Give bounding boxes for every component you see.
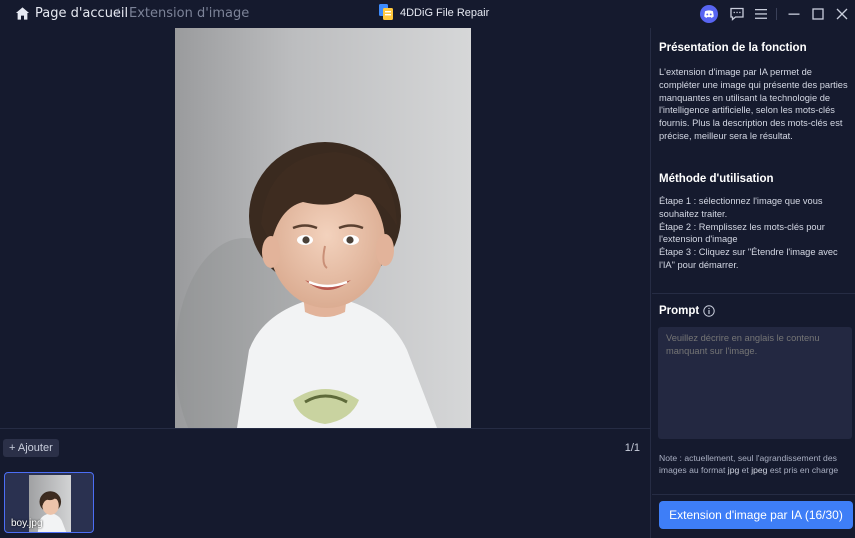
breadcrumb-separator: /: [116, 6, 120, 20]
note-mid: et: [739, 465, 752, 475]
feedback-icon[interactable]: [729, 6, 745, 22]
add-image-button[interactable]: + Ajouter: [3, 439, 59, 457]
menu-icon[interactable]: [754, 7, 768, 21]
app-title: 4DDiG File Repair: [400, 7, 490, 19]
app-logo-icon: [379, 4, 393, 20]
method-title: Méthode d'utilisation: [659, 173, 774, 185]
titlebar-divider: [776, 8, 777, 20]
note-suffix: est pris en charge: [767, 465, 839, 475]
step-3: Étape 3 : Cliquez sur "Étendre l'image a…: [659, 247, 838, 270]
maximize-icon[interactable]: [812, 8, 824, 20]
breadcrumb-current: Extension d'image: [129, 6, 250, 21]
presentation-title: Présentation de la fonction: [659, 42, 807, 54]
note-format-jpg: jpg: [727, 465, 740, 475]
page-counter: 1/1: [624, 442, 640, 454]
extend-image-button[interactable]: Extension d'image par IA (16/30): [659, 501, 853, 529]
minimize-icon[interactable]: [788, 7, 800, 21]
close-icon[interactable]: [836, 8, 848, 20]
method-steps: Étape 1 : sélectionnez l'image que vous …: [659, 195, 851, 272]
thumbnail-item[interactable]: boy.jpg: [4, 472, 94, 533]
thumbnail-strip: boy.jpg: [0, 466, 651, 538]
breadcrumb-home[interactable]: Page d'accueil: [35, 6, 128, 21]
format-note: Note : actuellement, seul l'agrandisseme…: [659, 452, 851, 476]
panel-divider-bottom: [652, 494, 855, 495]
discord-icon[interactable]: [700, 5, 718, 23]
boy-photo-illustration: [175, 142, 437, 428]
home-icon[interactable]: [15, 6, 30, 21]
side-panel: Présentation de la fonction L'extension …: [652, 28, 855, 538]
image-toolbar: + Ajouter 1/1: [0, 428, 651, 466]
step-1: Étape 1 : sélectionnez l'image que vous …: [659, 196, 823, 219]
image-canvas: [0, 28, 651, 428]
prompt-input[interactable]: [658, 327, 852, 439]
step-2: Étape 2 : Remplissez les mots-clés pour …: [659, 221, 825, 245]
presentation-text: L'extension d'image par IA permet de com…: [659, 67, 848, 141]
info-icon[interactable]: [703, 305, 715, 317]
prompt-title: Prompt: [659, 305, 700, 317]
prompt-heading: Prompt: [659, 305, 715, 317]
preview-image: [175, 28, 471, 428]
panel-divider: [652, 293, 855, 294]
thumbnail-filename: boy.jpg: [11, 518, 43, 529]
note-format-jpeg: jpeg: [751, 465, 768, 475]
title-bar: Page d'accueil / Extension d'image 4DDiG…: [0, 0, 855, 28]
